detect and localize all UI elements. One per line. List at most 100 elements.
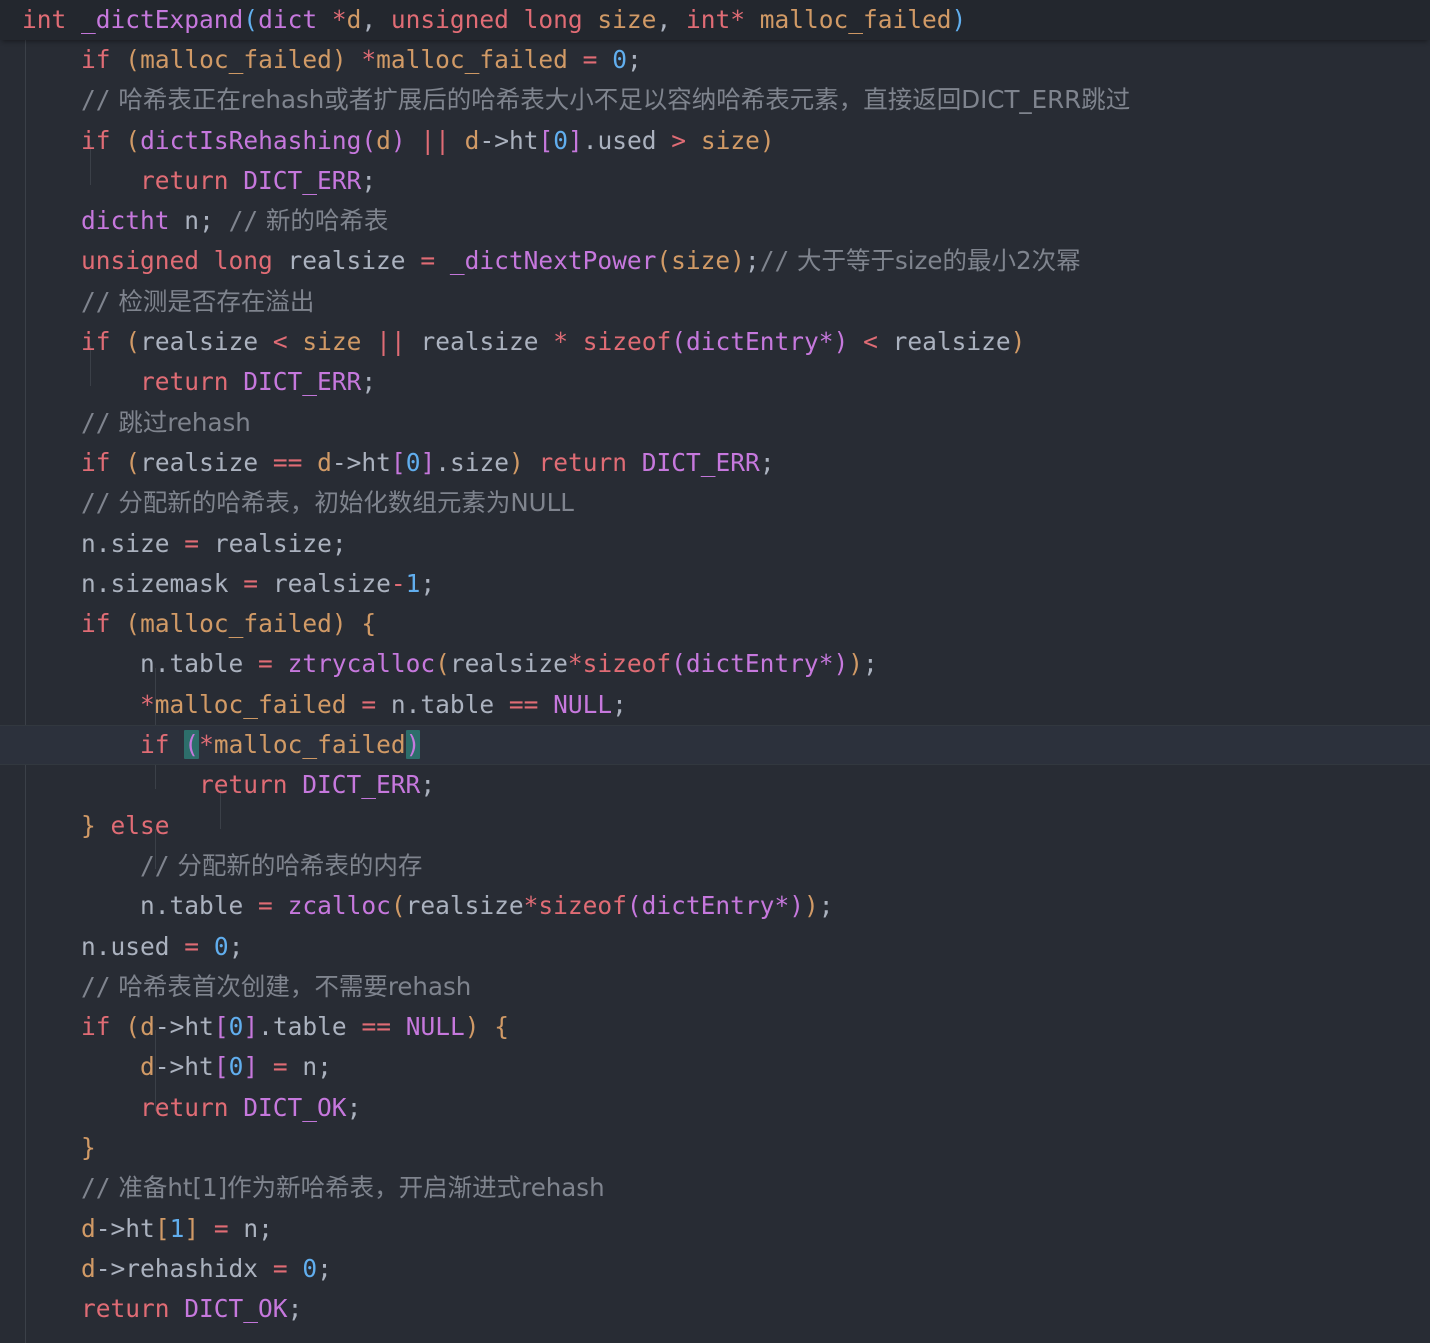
code-editor[interactable]: int _dictExpand(dict *d, unsigned long s… [0, 0, 1430, 1343]
code-token: ; [759, 447, 775, 477]
code-token: d [376, 125, 391, 155]
code-line[interactable]: if (dictIsRehashing(d) || d->ht[0].used … [0, 121, 1430, 161]
code-token: ( [626, 891, 642, 921]
code-line[interactable]: // 分配新的哈希表的内存 [0, 846, 1430, 886]
code-token: 0 [213, 931, 229, 961]
code-line[interactable]: d->ht[1] = n; [0, 1209, 1430, 1249]
code-token: ) [848, 649, 863, 679]
code-token: .used [582, 125, 657, 155]
code-line[interactable]: dictht n; // 新的哈希表 [0, 201, 1430, 241]
code-token: return [81, 1294, 170, 1324]
code-token: dictht [81, 206, 170, 236]
code-line[interactable]: // 哈希表首次创建，不需要rehash [0, 967, 1430, 1007]
code-line[interactable]: // 哈希表正在rehash或者扩展后的哈希表大小不足以容纳哈希表元素，直接返回… [0, 80, 1430, 120]
code-token: [ [390, 447, 406, 477]
code-line[interactable]: return DICT_OK; [0, 1289, 1430, 1329]
code-token: = [272, 1052, 288, 1082]
code-token: realsize [405, 891, 524, 921]
code-line[interactable]: *malloc_failed = n.table == NULL; [0, 685, 1430, 725]
code-token: ) [390, 125, 406, 155]
code-line[interactable]: if (d->ht[0].table == NULL) { [0, 1007, 1430, 1047]
code-line[interactable]: if (realsize < size || realsize * sizeof… [0, 322, 1430, 362]
code-line[interactable]: return DICT_ERR; [0, 161, 1430, 201]
code-line[interactable]: if (malloc_failed) *malloc_failed = 0; [0, 40, 1430, 80]
code-line[interactable]: // 跳过rehash [0, 403, 1430, 443]
code-token: [ [538, 125, 554, 155]
code-line[interactable]: n.used = 0; [0, 927, 1430, 967]
code-token: realsize [140, 447, 259, 477]
code-token: int [22, 5, 67, 34]
code-token: < [863, 327, 878, 357]
comment-slashes: // [81, 407, 111, 437]
code-token: n.size [81, 528, 170, 558]
code-line[interactable]: d->rehashidx = 0; [0, 1249, 1430, 1289]
code-viewport[interactable]: if (malloc_failed) *malloc_failed = 0; /… [0, 40, 1430, 1343]
code-token: sizeof [538, 891, 627, 921]
code-token: ; [862, 649, 878, 679]
code-line[interactable]: } else [0, 806, 1430, 846]
code-line[interactable]: d->ht[0] = n; [0, 1047, 1430, 1087]
code-token: malloc_failed [376, 45, 568, 74]
code-token: // 检测是否存在溢出 [81, 286, 315, 316]
code-token: return [140, 1092, 229, 1122]
code-token: > [671, 125, 687, 155]
code-token: dictEntry [686, 327, 819, 357]
code-token: ) [508, 447, 524, 477]
code-token: -> [95, 1253, 126, 1283]
code-line[interactable]: return DICT_ERR; [0, 362, 1430, 402]
code-token: ; [228, 931, 244, 961]
code-token: ( [361, 125, 377, 155]
code-line[interactable]: return DICT_OK; [0, 1088, 1430, 1128]
code-lines[interactable]: if (malloc_failed) *malloc_failed = 0; /… [0, 40, 1430, 1330]
code-line[interactable]: n.size = realsize; [0, 524, 1430, 564]
code-token: 0 [228, 1012, 244, 1042]
code-token: || [420, 125, 450, 155]
comment-slashes: // [140, 850, 170, 880]
code-line[interactable]: if (realsize == d->ht[0].size) return DI… [0, 443, 1430, 483]
code-line[interactable]: n.table = ztrycalloc(realsize*sizeof(dic… [0, 644, 1430, 684]
code-token: ( [125, 327, 141, 357]
code-line[interactable]: } [0, 1128, 1430, 1168]
code-token: ) [789, 891, 804, 921]
code-token: realsize [140, 327, 259, 357]
code-line[interactable]: if (malloc_failed) { [0, 604, 1430, 644]
code-token: ( [390, 891, 406, 921]
code-line-current[interactable]: if (*malloc_failed) [0, 725, 1430, 766]
code-line[interactable]: // 分配新的哈希表，初始化数组元素为NULL [0, 483, 1430, 523]
code-line[interactable]: // 准备ht[1]作为新哈希表，开启渐进式rehash [0, 1168, 1430, 1208]
code-line[interactable]: unsigned long realsize = _dictNextPower(… [0, 241, 1430, 281]
code-token: || [376, 327, 406, 357]
code-token: ) [405, 730, 421, 760]
code-token: * [331, 5, 347, 34]
code-line[interactable]: n.table = zcalloc(realsize*sizeof(dictEn… [0, 886, 1430, 926]
code-token: * [199, 730, 214, 760]
code-token: ; [420, 568, 436, 598]
code-line[interactable]: // 检测是否存在溢出 [0, 282, 1430, 322]
code-line[interactable]: return DICT_ERR; [0, 765, 1430, 805]
code-token: dictEntry [685, 649, 819, 679]
code-line[interactable]: n.sizemask = realsize-1; [0, 564, 1430, 604]
code-token: if [81, 45, 111, 74]
code-token: ( [125, 609, 141, 639]
code-token: _dictNextPower [449, 246, 657, 276]
sticky-scroll-header[interactable]: int _dictExpand(dict *d, unsigned long s… [0, 0, 1430, 40]
code-token: ; [420, 770, 436, 800]
code-token: realsize [449, 649, 568, 679]
code-token: ] [568, 125, 583, 155]
